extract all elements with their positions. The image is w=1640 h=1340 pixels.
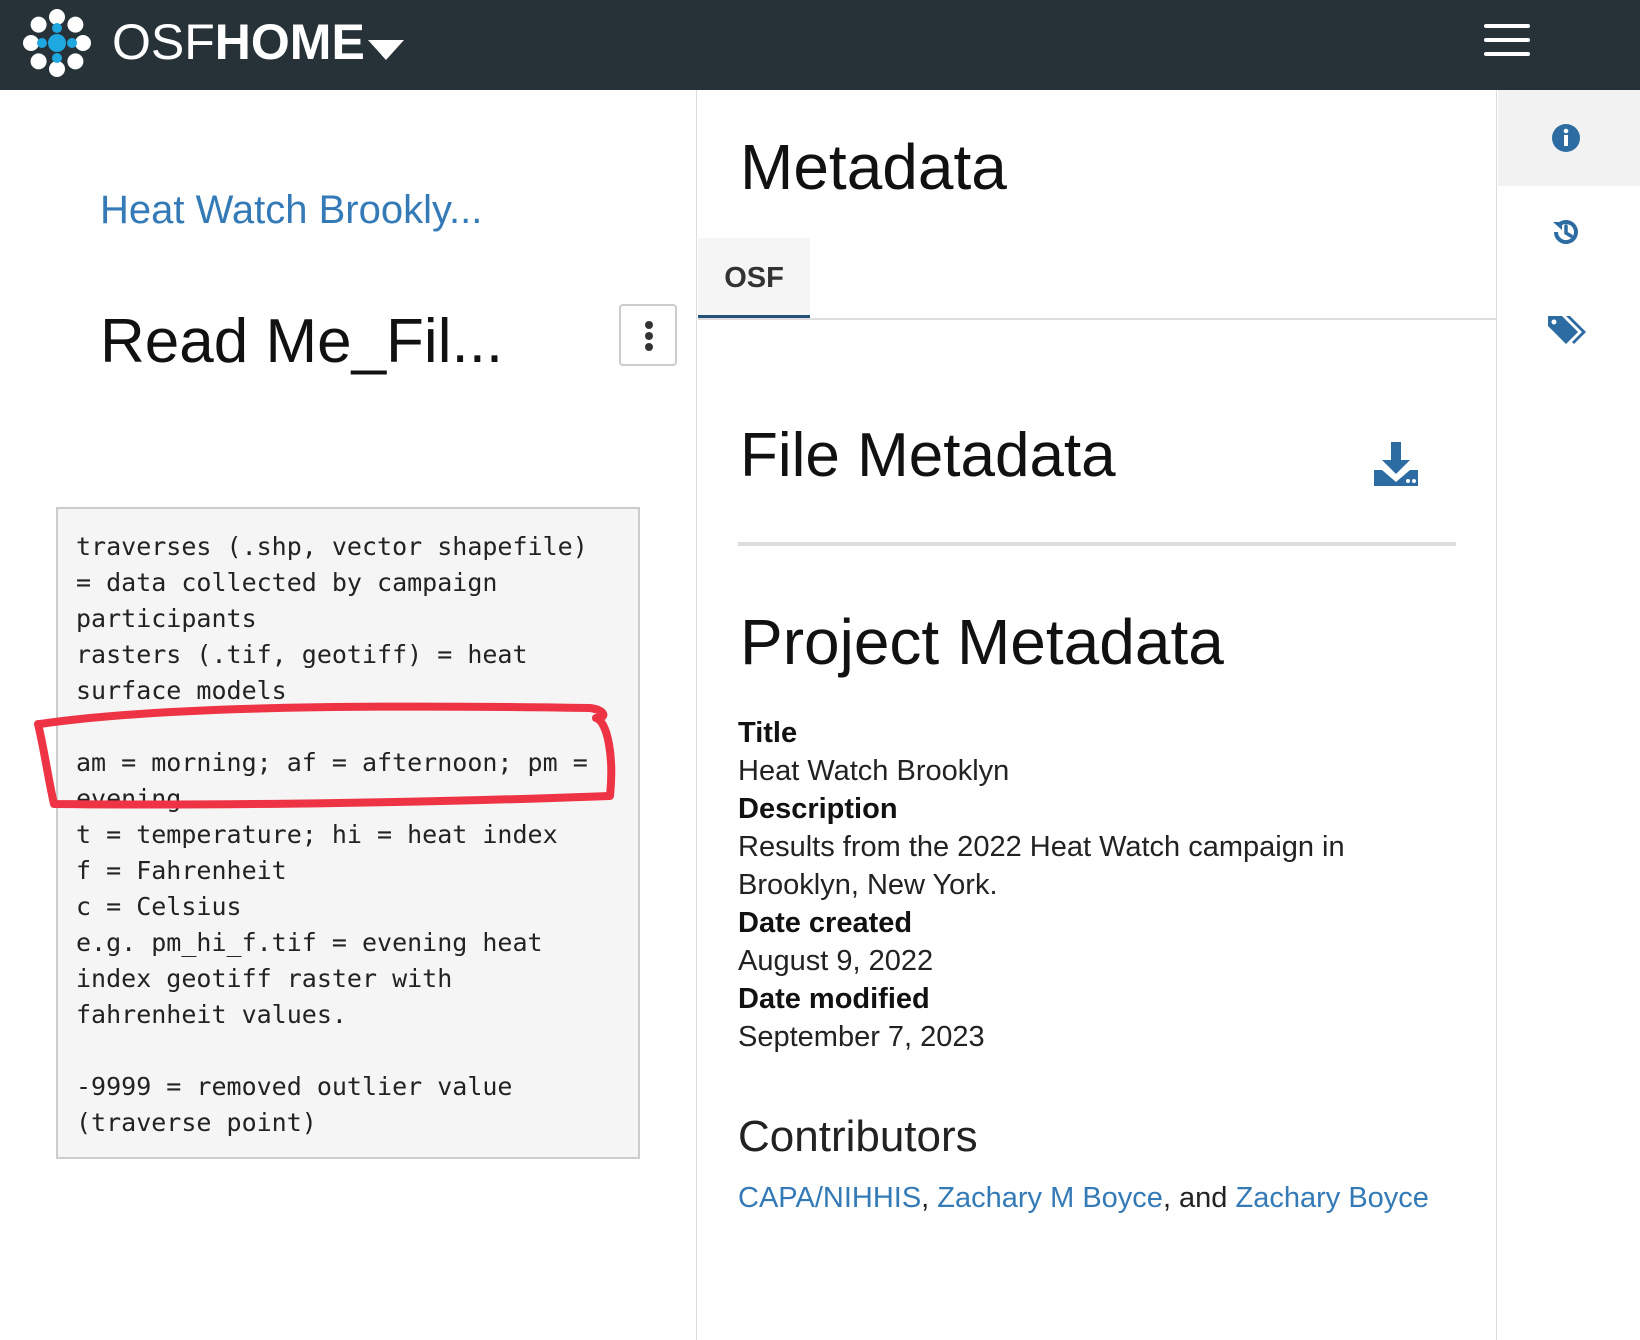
contributor-separator: , — [921, 1182, 938, 1214]
rail-history-button[interactable] — [1498, 186, 1640, 282]
file-actions-button[interactable] — [619, 304, 677, 366]
tab-underline — [698, 318, 1496, 320]
caret-down-icon[interactable] — [366, 36, 406, 62]
rail-info-button[interactable] — [1498, 90, 1640, 186]
tags-icon — [1548, 316, 1586, 344]
rail-divider — [1496, 90, 1497, 1340]
info-icon — [1552, 124, 1580, 152]
description-label: Description — [738, 793, 898, 825]
date-modified-label: Date modified — [738, 983, 930, 1015]
tab-osf[interactable]: OSF — [698, 238, 810, 320]
brand-osf-text: OSF — [112, 14, 215, 70]
column-divider — [696, 90, 697, 1340]
vertical-ellipsis-icon — [645, 321, 653, 351]
history-icon — [1553, 220, 1578, 245]
title-label: Title — [738, 717, 798, 749]
project-metadata-fields: Title Heat Watch Brooklyn Description Re… — [738, 714, 1438, 1056]
contributor-link[interactable]: CAPA/NIHHIS — [738, 1182, 921, 1214]
file-title: Read Me_Fil... — [100, 307, 504, 376]
readme-file-viewer[interactable]: traverses (.shp, vector shapefile) = dat… — [56, 507, 640, 1159]
section-divider — [738, 542, 1456, 546]
contributors-list: CAPA/NIHHIS, Zachary M Boyce, and Zachar… — [738, 1182, 1429, 1215]
contributors-heading: Contributors — [738, 1112, 978, 1161]
date-created-label: Date created — [738, 907, 913, 939]
brand-osfhome[interactable]: OSFHOME — [112, 12, 365, 72]
file-metadata-heading: File Metadata — [740, 421, 1116, 490]
title-value: Heat Watch Brooklyn — [738, 755, 1010, 787]
rail-tags-button[interactable] — [1498, 282, 1640, 378]
osf-logo-icon[interactable] — [20, 6, 94, 80]
contributor-link[interactable]: Zachary Boyce — [1236, 1182, 1429, 1214]
date-modified-value: September 7, 2023 — [738, 1021, 985, 1053]
contributor-link[interactable]: Zachary M Boyce — [937, 1182, 1163, 1214]
description-value: Results from the 2022 Heat Watch campaig… — [738, 831, 1345, 901]
top-navbar: OSFHOME — [0, 0, 1640, 90]
date-created-value: August 9, 2022 — [738, 945, 934, 977]
contributor-separator: , and — [1162, 1182, 1236, 1214]
project-metadata-heading: Project Metadata — [740, 606, 1224, 678]
hamburger-menu-icon[interactable] — [1484, 24, 1530, 60]
metadata-heading: Metadata — [740, 131, 1007, 203]
readme-text: traverses (.shp, vector shapefile) = dat… — [76, 532, 588, 1137]
breadcrumb-project-link[interactable]: Heat Watch Brookly... — [100, 188, 482, 233]
download-icon[interactable] — [1372, 440, 1420, 488]
brand-home-text: HOME — [214, 14, 365, 70]
